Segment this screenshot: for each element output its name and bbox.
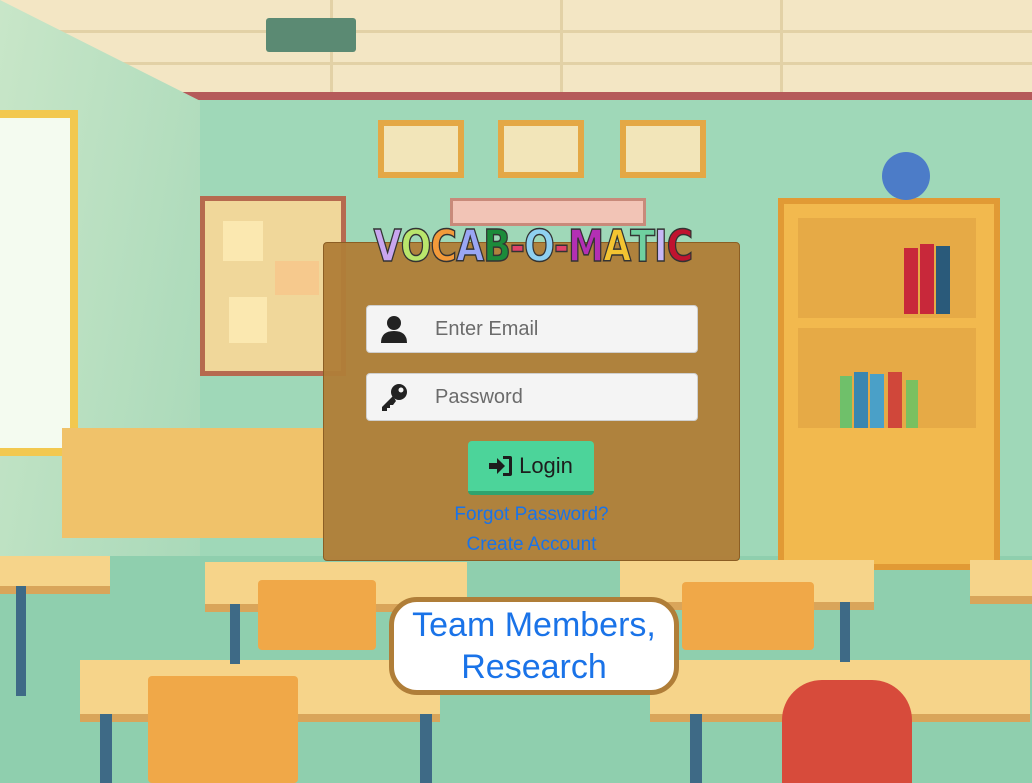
app-logo: VOCAB-O-MATIC [373, 214, 694, 276]
desk-leg [230, 604, 240, 664]
email-input[interactable] [433, 314, 687, 344]
create-account-link[interactable]: Create Account [324, 534, 739, 556]
team-link-line1: Team Members, [412, 606, 656, 644]
desk-leg [420, 714, 432, 783]
desk-leg [840, 602, 850, 662]
bookshelf [778, 198, 1000, 570]
email-field[interactable] [366, 305, 698, 353]
wall-picture [378, 120, 464, 178]
team-members-research-link[interactable]: Team Members, Research [389, 597, 679, 695]
logo-letter: T [630, 220, 656, 273]
sign-in-icon [489, 456, 513, 476]
desk-leg [16, 586, 26, 696]
desk-leg [690, 714, 702, 783]
user-icon [381, 316, 407, 343]
wall-picture [620, 120, 706, 178]
logo-letter: O [524, 220, 556, 273]
logo-letter: B [483, 220, 512, 273]
classroom-window [0, 110, 78, 456]
teacher-desk [62, 428, 324, 538]
student-chair [258, 580, 376, 650]
login-button[interactable]: Login [468, 441, 594, 495]
projector [266, 18, 356, 52]
student-desk [970, 560, 1032, 604]
team-link-line2: Research [461, 648, 607, 686]
logo-letter: O [400, 220, 432, 273]
login-card: Login Forgot Password? Create Account [323, 242, 740, 561]
wall-picture [498, 120, 584, 178]
desk-leg [100, 714, 112, 783]
logo-letter: I [654, 220, 669, 273]
logo-letter: C [666, 220, 694, 273]
logo-letter: C [430, 220, 458, 273]
logo-letter: - [509, 220, 525, 273]
password-field[interactable] [366, 373, 698, 421]
student-chair [148, 676, 298, 783]
backpack [782, 680, 912, 783]
logo-letter: - [553, 220, 569, 273]
logo-letter: M [568, 220, 605, 273]
logo-letter: V [373, 220, 402, 273]
login-button-label: Login [519, 453, 573, 478]
globe [882, 152, 930, 200]
logo-letter: A [603, 220, 632, 273]
student-chair [682, 582, 814, 650]
password-input[interactable] [433, 382, 687, 412]
forgot-password-link[interactable]: Forgot Password? [324, 504, 739, 526]
logo-letter: A [456, 220, 485, 273]
key-icon [382, 384, 407, 411]
